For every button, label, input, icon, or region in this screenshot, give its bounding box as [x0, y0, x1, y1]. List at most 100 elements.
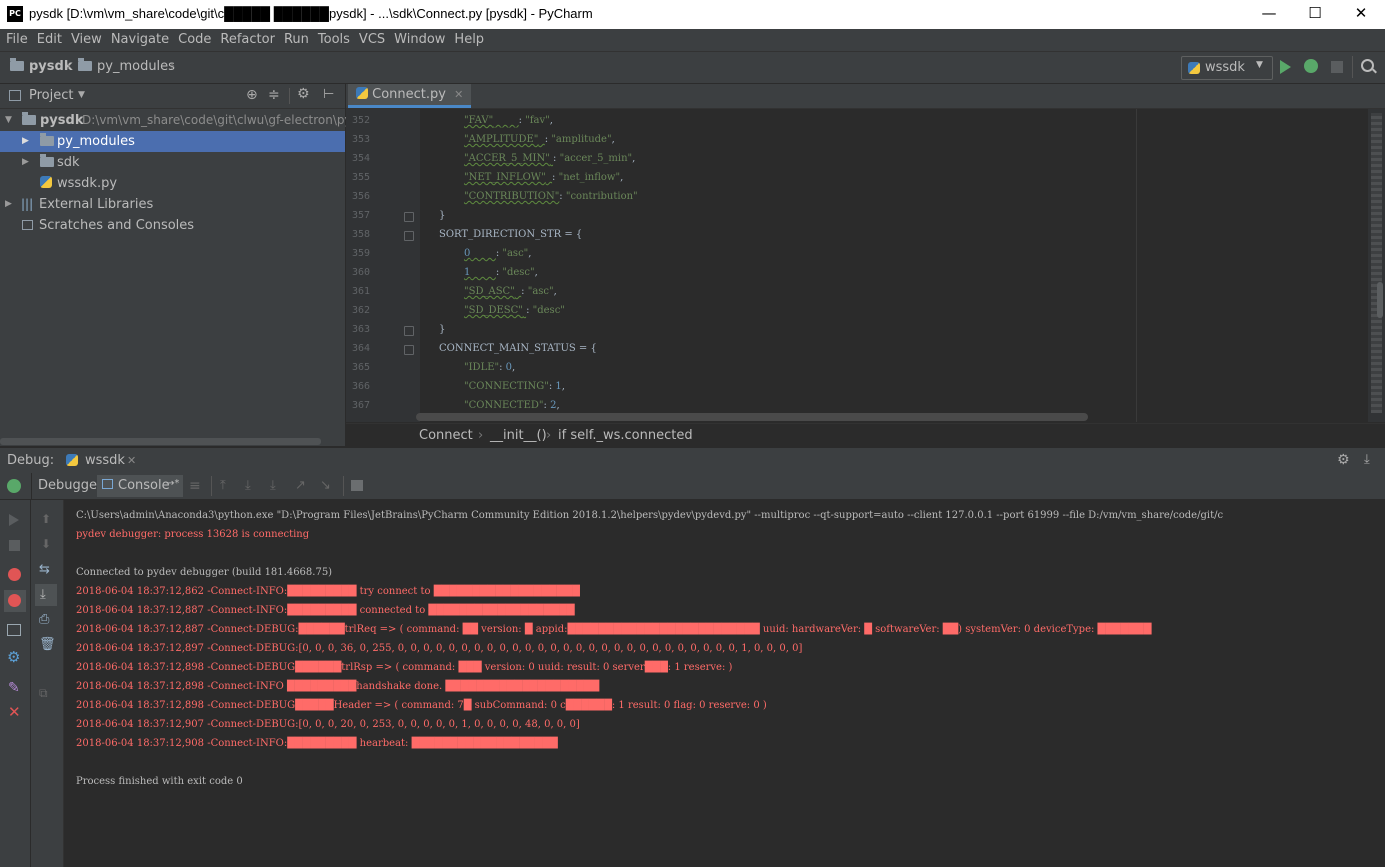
breadcrumb-statement[interactable]: if self._ws.connected [558, 428, 693, 443]
menu-view[interactable]: View [67, 29, 106, 51]
menu-run[interactable]: Run [280, 29, 313, 51]
fold-marker-icon[interactable] [404, 345, 414, 355]
arrow-down-icon[interactable]: ⬇ [41, 537, 51, 551]
fold-marker-icon[interactable] [404, 231, 414, 241]
folder-icon [10, 58, 24, 71]
tree-item-external-libraries[interactable]: ▶ ||| External Libraries [0, 194, 345, 215]
chevron-down-icon: ▼ [1256, 60, 1263, 70]
tab-console[interactable]: Console →* [97, 475, 183, 497]
new-console-icon[interactable]: ⧉ [39, 686, 48, 701]
line-number: 357 [351, 210, 370, 221]
console-line: 2018-06-04 18:37:12,887 -Connect-INFO:██… [76, 605, 575, 616]
menu-navigate[interactable]: Navigate [107, 29, 173, 51]
evaluate-expression-icon[interactable] [351, 480, 363, 491]
menu-edit[interactable]: Edit [33, 29, 66, 51]
error-stripe[interactable] [1368, 109, 1385, 422]
project-tree-scrollbar[interactable] [0, 438, 321, 445]
hide-panel-icon[interactable]: ⊢ [323, 87, 334, 102]
tree-item-scratches[interactable]: Scratches and Consoles [0, 215, 345, 236]
view-breakpoints-icon[interactable] [8, 568, 21, 581]
pause-icon[interactable] [9, 540, 20, 551]
step-over-icon[interactable]: ⤒ [220, 478, 226, 493]
tab-connect-py[interactable]: Connect.py ✕ [348, 84, 472, 108]
console-line: Connected to pydev debugger (build 181.4… [76, 567, 333, 578]
console-output[interactable]: C:\Users\admin\Anaconda3\python.exe "D:\… [64, 500, 1385, 867]
tab-console-label: Console [118, 478, 170, 493]
menu-window[interactable]: Window [390, 29, 449, 51]
fold-marker-icon[interactable] [404, 212, 414, 222]
scroll-to-end-button[interactable]: ⤓ [35, 584, 57, 606]
editor-horizontal-scrollbar[interactable] [416, 413, 1088, 421]
minimize-button[interactable]: — [1246, 0, 1292, 29]
show-execution-point-icon[interactable]: ≡ [189, 478, 201, 494]
menu-tools[interactable]: Tools [314, 29, 354, 51]
line-number: 361 [351, 286, 370, 297]
menu-file[interactable]: File [0, 29, 32, 51]
project-view-selector[interactable]: Project [29, 88, 73, 103]
code-editor[interactable]: 352 353 354 355 356 357 358 359 360 361 … [346, 109, 1385, 422]
console-line: 2018-06-04 18:37:12,887 -Connect-DEBUG:█… [76, 624, 1152, 635]
divider [211, 476, 212, 496]
step-into-my-code-icon[interactable]: ⤓ [270, 478, 276, 493]
collapse-all-icon[interactable]: ≑ [268, 87, 280, 103]
breadcrumb-class[interactable]: Connect [419, 428, 473, 443]
hide-panel-icon[interactable]: ⤓ [1364, 452, 1370, 467]
chevron-down-icon[interactable]: ▼ [78, 90, 85, 100]
clear-all-icon[interactable]: 🗑 [39, 637, 56, 652]
run-to-cursor-icon[interactable]: ↘ [320, 478, 331, 493]
pin-icon[interactable]: ✎ [8, 680, 20, 696]
menu-help[interactable]: Help [450, 29, 488, 51]
run-configuration-select[interactable]: wssdk ▼ [1181, 56, 1273, 80]
breadcrumb-method[interactable]: __init__() [490, 428, 547, 443]
run-icon[interactable] [1280, 60, 1291, 74]
mute-breakpoints-button[interactable] [4, 590, 26, 612]
soft-wrap-icon[interactable]: ⇆ [39, 562, 50, 577]
console-line: 2018-06-04 18:37:12,898 -Connect-INFO ██… [76, 681, 600, 692]
tree-item-label: Scratches and Consoles [39, 218, 195, 233]
code-line: "AMPLITUDE" : "amplitude", [464, 134, 615, 145]
close-tab-icon[interactable]: ✕ [454, 88, 463, 101]
tree-root-pysdk[interactable]: ▼ pysdk D:\vm\vm_share\code\git\clwu\gf-… [0, 110, 352, 131]
restore-layout-icon[interactable] [7, 624, 21, 636]
tree-item-wssdk-py[interactable]: wssdk.py [0, 173, 345, 194]
close-icon[interactable]: ✕ [8, 703, 21, 721]
step-into-icon[interactable]: ⤓ [245, 478, 251, 493]
python-icon [1188, 62, 1200, 74]
code-line: } [439, 324, 446, 335]
tree-item-sdk[interactable]: ▶ sdk [0, 152, 345, 173]
step-out-icon[interactable]: ↗ [295, 478, 306, 493]
project-view-icon [9, 90, 21, 101]
python-file-icon [356, 87, 368, 99]
line-number: 360 [351, 267, 370, 278]
gear-icon[interactable]: ⚙ [1337, 452, 1350, 468]
arrow-up-icon[interactable]: ⬆ [41, 512, 51, 526]
debug-bug-icon [7, 479, 21, 493]
console-line: C:\Users\admin\Anaconda3\python.exe "D:\… [76, 510, 1224, 521]
close-window-button[interactable]: ✕ [1338, 0, 1384, 29]
scratches-icon [22, 220, 33, 230]
settings-gear-icon[interactable]: ⚙ [7, 648, 20, 666]
menu-refactor[interactable]: Refactor [216, 29, 279, 51]
gear-icon[interactable]: ⚙ [297, 86, 310, 102]
stop-icon[interactable] [1331, 61, 1343, 73]
debug-bug-icon[interactable] [1304, 59, 1318, 73]
close-session-icon[interactable]: ✕ [127, 454, 136, 467]
editor-vertical-scrollbar[interactable] [1377, 282, 1383, 318]
menu-code[interactable]: Code [174, 29, 215, 51]
root-path: D:\vm\vm_share\code\git\clwu\gf-electron… [82, 113, 352, 127]
tab-debugger[interactable]: Debugger [38, 478, 102, 493]
nav-crumb-project[interactable]: pysdk [10, 58, 72, 74]
debug-session-tab[interactable]: wssdk [85, 453, 125, 468]
nav-crumb-py-modules[interactable]: py_modules [78, 58, 175, 74]
maximize-button[interactable]: ☐ [1292, 0, 1338, 29]
menu-vcs[interactable]: VCS [355, 29, 389, 51]
locate-file-icon[interactable]: ⊕ [246, 87, 258, 103]
fold-marker-icon[interactable] [404, 326, 414, 336]
print-icon[interactable]: ⎙ [39, 612, 49, 627]
line-number: 355 [351, 172, 370, 183]
console-line: 2018-06-04 18:37:12,898 -Connect-DEBUG██… [76, 700, 767, 711]
code-line: "CONNECTED": 2, [464, 400, 560, 411]
tree-item-py-modules[interactable]: ▶ py_modules [0, 131, 345, 152]
resume-icon[interactable] [9, 514, 19, 526]
debug-tool-window-header: Debug: wssdk ✕ ⚙ ⤓ [0, 447, 1385, 474]
